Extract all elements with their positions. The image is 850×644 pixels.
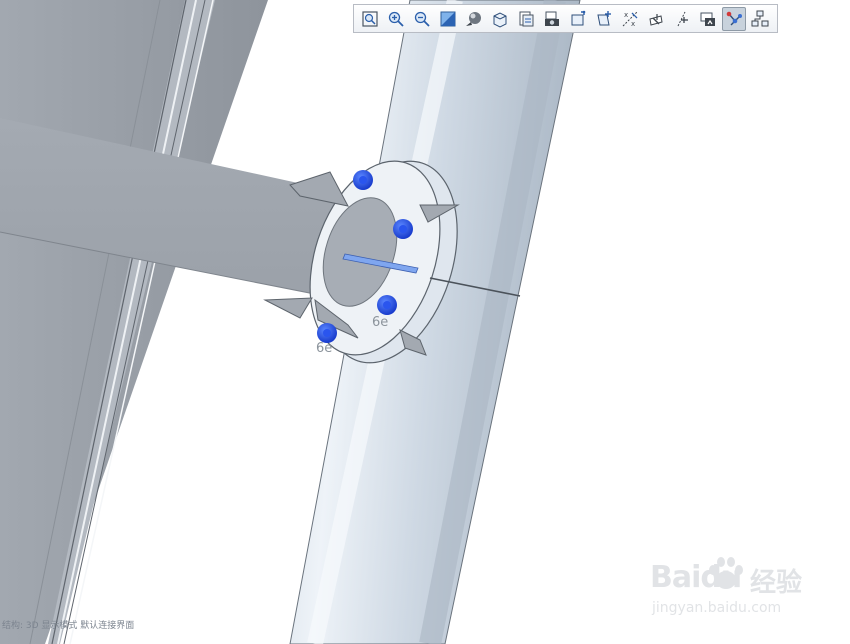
tree-structure-icon bbox=[751, 10, 769, 26]
zoom-out-icon bbox=[414, 11, 430, 27]
member-label: 6e bbox=[316, 341, 332, 356]
refit-view-button[interactable] bbox=[358, 7, 382, 31]
repaint-icon bbox=[440, 11, 456, 26]
status-bar-text: 结构: 3D 显示模式 默认连接界面 bbox=[2, 621, 135, 631]
connection-icon bbox=[726, 11, 742, 25]
view-manager-icon bbox=[519, 11, 534, 26]
bolt[interactable] bbox=[353, 170, 373, 190]
datum-axis-icon bbox=[597, 10, 611, 25]
connection-display-button[interactable] bbox=[722, 6, 746, 31]
zoom-in-button[interactable] bbox=[384, 7, 408, 31]
shading-sphere-icon bbox=[466, 11, 481, 26]
structure-tree-button[interactable] bbox=[748, 7, 772, 31]
3d-viewport[interactable]: 6e 6e bbox=[0, 0, 850, 644]
model-canvas[interactable]: 6e 6e bbox=[0, 0, 850, 644]
view-manager-button[interactable] bbox=[514, 7, 538, 31]
zoom-in-icon bbox=[388, 11, 404, 27]
bolt[interactable] bbox=[393, 219, 413, 239]
bolt[interactable] bbox=[377, 295, 397, 315]
camera-icon bbox=[545, 11, 559, 26]
saved-orientations-button[interactable] bbox=[488, 7, 512, 31]
annotation-icon bbox=[677, 11, 688, 26]
cube-orientation-icon bbox=[493, 11, 507, 28]
datum-points-button[interactable]: xx bbox=[618, 7, 642, 31]
annotation-display-button[interactable] bbox=[670, 7, 694, 31]
coordinate-systems-button[interactable] bbox=[644, 7, 668, 31]
member-label: 6e bbox=[372, 315, 388, 330]
datum-axes-button[interactable] bbox=[592, 7, 616, 31]
watermark-url: jingyan.baidu.com bbox=[652, 600, 782, 616]
datum-plane-icon bbox=[571, 10, 586, 25]
spin-center-button[interactable] bbox=[696, 7, 720, 31]
datum-point-icon: xx bbox=[622, 11, 638, 28]
datum-planes-button[interactable] bbox=[566, 7, 590, 31]
display-style-button[interactable] bbox=[462, 7, 486, 31]
zoom-out-button[interactable] bbox=[410, 7, 434, 31]
csys-icon bbox=[649, 13, 663, 26]
stiffener-rib bbox=[263, 297, 313, 319]
view-toolbar: xx bbox=[353, 4, 778, 33]
spin-center-icon bbox=[700, 12, 715, 26]
watermark-cn: 经验 bbox=[750, 568, 803, 598]
repaint-button[interactable] bbox=[436, 7, 460, 31]
svg-text:x: x bbox=[631, 20, 635, 28]
paw-logo-icon bbox=[709, 557, 743, 589]
baidu-jingyan-watermark: Baidu 经验 jingyan.baidu.com bbox=[650, 556, 810, 634]
zoom-fit-icon bbox=[362, 10, 378, 27]
svg-text:x: x bbox=[624, 11, 628, 19]
bolt[interactable] bbox=[317, 323, 337, 343]
appearance-button[interactable] bbox=[540, 7, 564, 31]
